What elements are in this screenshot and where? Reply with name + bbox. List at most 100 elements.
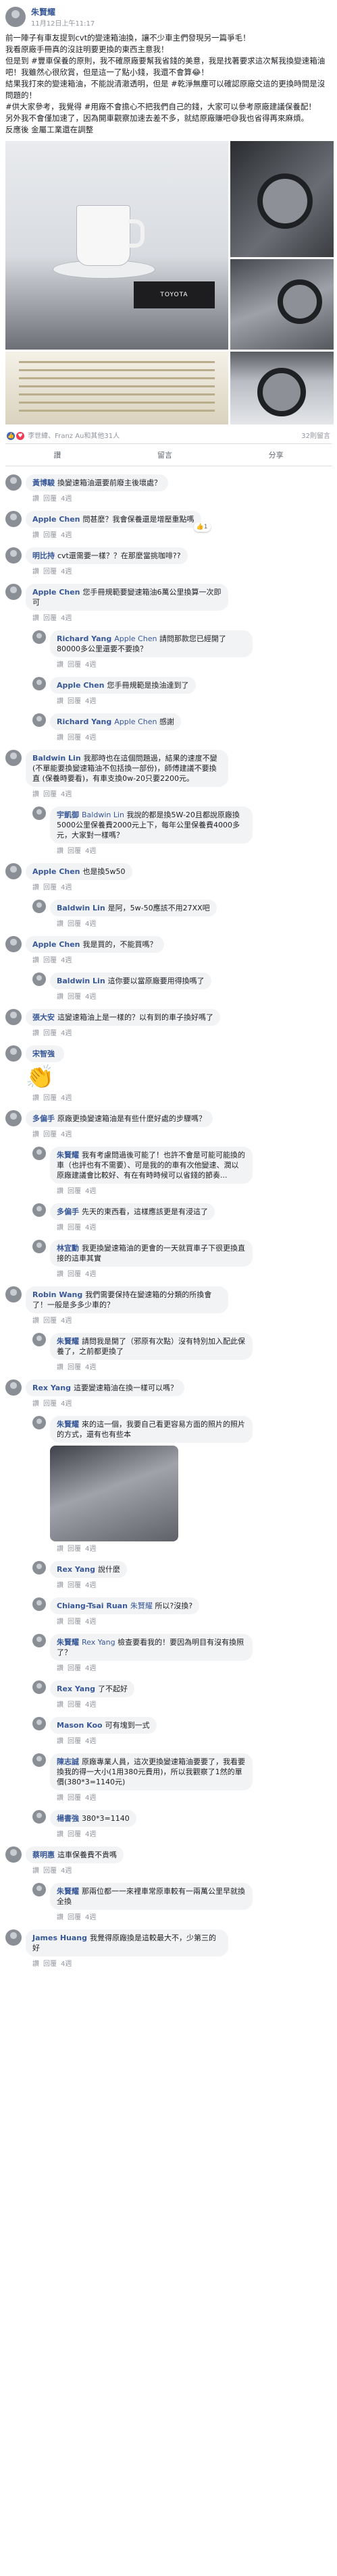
comment-author[interactable]: 陳志誠: [57, 1757, 79, 1766]
comment-author[interactable]: Rex Yang: [57, 1565, 95, 1574]
comment-like-link[interactable]: 讚: [32, 1095, 39, 1102]
commenter-avatar[interactable]: [32, 1680, 46, 1694]
commenter-avatar[interactable]: [5, 1045, 22, 1062]
commenter-avatar[interactable]: [32, 630, 46, 644]
comment-like-link[interactable]: 讚: [57, 661, 63, 669]
comment-like-link[interactable]: 讚: [32, 495, 39, 503]
comment-author[interactable]: James Huang: [32, 1934, 87, 1942]
comment-like-link[interactable]: 讚: [32, 957, 39, 964]
comment-author[interactable]: Rex Yang: [57, 1684, 95, 1693]
comment-like-link[interactable]: 讚: [32, 1961, 39, 1968]
commenter-avatar[interactable]: [32, 806, 46, 820]
photo-car-lift[interactable]: [230, 352, 334, 424]
comment-author[interactable]: Richard Yang: [57, 717, 111, 726]
comment-like-link[interactable]: 讚: [57, 1188, 63, 1195]
comment-author[interactable]: 張大安: [32, 1013, 55, 1022]
commenter-avatar[interactable]: [32, 972, 46, 986]
commenter-avatar[interactable]: [5, 1110, 22, 1126]
comment-reply-link[interactable]: 回覆: [43, 1400, 57, 1408]
comment-like-link[interactable]: 讚: [57, 1582, 63, 1589]
comment-like-link[interactable]: 讚: [32, 1317, 39, 1325]
commenter-avatar[interactable]: [32, 1810, 46, 1824]
comment-author[interactable]: Apple Chen: [32, 588, 80, 597]
commenter-avatar[interactable]: [5, 474, 22, 491]
commenter-avatar[interactable]: [32, 1753, 46, 1767]
comment-author[interactable]: 朱賢耀: [57, 1638, 79, 1647]
commenter-avatar[interactable]: [5, 750, 22, 766]
comment-author[interactable]: Apple Chen: [32, 940, 80, 949]
comment-mention[interactable]: 朱賢耀: [130, 1601, 153, 1610]
post-timestamp[interactable]: 11月12日上午11:17: [31, 18, 95, 28]
comment-like-link[interactable]: 讚: [57, 1665, 63, 1672]
comment-author[interactable]: 朱賢耀: [57, 1337, 79, 1346]
commenter-avatar[interactable]: [32, 1203, 46, 1217]
comment-author[interactable]: 宋智強: [32, 1049, 55, 1058]
comment-mention[interactable]: Apple Chen: [114, 634, 157, 643]
commenter-avatar[interactable]: [5, 1929, 22, 1946]
comment-like-link[interactable]: 讚: [32, 1030, 39, 1037]
comment-author[interactable]: 朱賢耀: [57, 1151, 79, 1159]
commenter-avatar[interactable]: [5, 1846, 22, 1863]
comment-reply-link[interactable]: 回覆: [68, 661, 81, 669]
comment-like-link[interactable]: 讚: [57, 1831, 63, 1838]
commenter-avatar[interactable]: [32, 1883, 46, 1896]
comment-author[interactable]: 黃博駿: [32, 478, 55, 487]
comment-reply-link[interactable]: 回覆: [43, 791, 57, 798]
comment-reply-link[interactable]: 回覆: [68, 1794, 81, 1802]
comment-like-link[interactable]: 讚: [32, 568, 39, 576]
comment-author[interactable]: 多偏手: [57, 1207, 79, 1216]
commenter-avatar[interactable]: [32, 1147, 46, 1160]
comment-reply-link[interactable]: 回覆: [43, 1030, 57, 1037]
comment-author[interactable]: 楊書強: [57, 1814, 79, 1823]
comment-reply-link[interactable]: 回覆: [43, 957, 57, 964]
comment-reaction-count[interactable]: 👍1: [193, 522, 211, 532]
comment-like-link[interactable]: 讚: [32, 1400, 39, 1408]
comment-like-link[interactable]: 讚: [57, 1794, 63, 1802]
comment-like-link[interactable]: 讚: [57, 1224, 63, 1232]
share-button[interactable]: 分享: [269, 449, 284, 460]
photo-manual-page[interactable]: [5, 352, 228, 424]
comment-reply-link[interactable]: 回覆: [43, 1095, 57, 1102]
comment-reply-link[interactable]: 回覆: [43, 1131, 57, 1139]
commenter-avatar[interactable]: [32, 1240, 46, 1253]
comment-like-link[interactable]: 讚: [57, 734, 63, 742]
comment-reply-link[interactable]: 回覆: [68, 1271, 81, 1278]
comment-author[interactable]: Baldwin Lin: [57, 977, 105, 985]
comment-author[interactable]: Richard Yang: [57, 634, 111, 643]
photo-underbody[interactable]: [230, 259, 334, 350]
comment-reply-link[interactable]: 回覆: [43, 1961, 57, 1968]
comment-reply-link[interactable]: 回覆: [68, 1188, 81, 1195]
comment-like-link[interactable]: 讚: [57, 1914, 63, 1921]
comment-like-link[interactable]: 讚: [32, 1867, 39, 1875]
commenter-avatar[interactable]: [32, 1634, 46, 1647]
comment-like-link[interactable]: 讚: [57, 1545, 63, 1553]
comment-like-link[interactable]: 讚: [32, 532, 39, 539]
comment-like-link[interactable]: 讚: [32, 1131, 39, 1139]
commenter-avatar[interactable]: [32, 677, 46, 690]
reaction-summary[interactable]: 👍 ♥ 李世緯、Franz Au和其他31人: [7, 430, 120, 440]
photo-engine[interactable]: [230, 141, 334, 257]
comment-reply-link[interactable]: 回覆: [68, 993, 81, 1001]
comment-like-link[interactable]: 讚: [32, 791, 39, 798]
commenter-avatar[interactable]: [5, 936, 22, 952]
commenter-avatar[interactable]: [32, 1717, 46, 1730]
commenter-avatar[interactable]: [5, 1379, 22, 1396]
comment-like-link[interactable]: 讚: [57, 698, 63, 705]
comment-like-link[interactable]: 讚: [57, 1271, 63, 1278]
comment-author[interactable]: Apple Chen: [32, 515, 80, 524]
comment-author[interactable]: Apple Chen: [32, 867, 80, 876]
comment-reply-link[interactable]: 回覆: [68, 1665, 81, 1672]
comment-author[interactable]: 朱賢耀: [57, 1420, 79, 1429]
comment-reply-link[interactable]: 回覆: [68, 1545, 81, 1553]
comment-reply-link[interactable]: 回覆: [43, 495, 57, 503]
comment-author[interactable]: 朱賢耀: [57, 1887, 79, 1896]
comment-like-link[interactable]: 讚: [57, 993, 63, 1001]
commenter-avatar[interactable]: [32, 1561, 46, 1574]
comment-like-link[interactable]: 讚: [57, 921, 63, 928]
commenter-avatar[interactable]: [5, 584, 22, 600]
comment-like-link[interactable]: 讚: [32, 615, 39, 622]
commenter-avatar[interactable]: [5, 1009, 22, 1025]
comment-reply-link[interactable]: 回覆: [68, 1618, 81, 1626]
comment-author[interactable]: 明比持: [32, 551, 55, 560]
commenter-avatar[interactable]: [32, 1416, 46, 1429]
